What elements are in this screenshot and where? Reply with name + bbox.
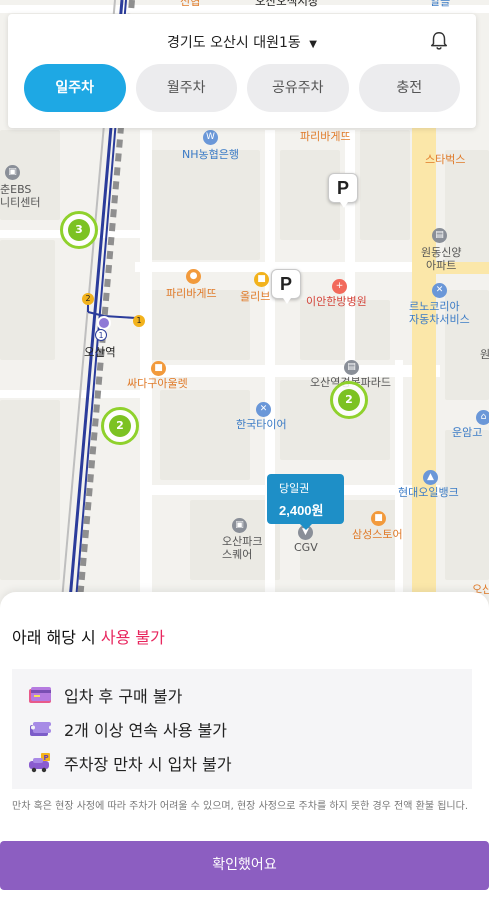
- tickets-icon: [30, 722, 52, 736]
- hospital-icon: +: [332, 279, 347, 294]
- confirm-button[interactable]: 확인했어요: [0, 841, 489, 890]
- rule-item: 입차 후 구매 불가: [28, 683, 182, 707]
- map-label-shinhyup: 신협: [180, 0, 201, 8]
- shop-icon: ■: [254, 272, 269, 287]
- map-label-osan-station: 오산역: [84, 345, 116, 359]
- sheet-title: 아래 해당 시 사용 불가: [12, 624, 165, 648]
- store-icon: ■: [151, 361, 166, 376]
- rule-item: P 주차장 만차 시 입차 불가: [28, 751, 232, 775]
- rules-list: 입차 후 구매 불가 2개 이상 연속 사용 불가 P 주차장 만차 시 입차 …: [12, 669, 472, 789]
- location-selector[interactable]: 경기도 오산시 대원1동 ▼: [8, 32, 476, 52]
- tab-charging[interactable]: 충전: [358, 64, 460, 112]
- cluster-count: 2: [338, 389, 360, 411]
- apartment-icon: ▤: [344, 360, 359, 375]
- map-label-osan-market: 오산오색시장: [255, 0, 319, 8]
- bell-icon[interactable]: [428, 30, 450, 52]
- electronics-store-icon: ■: [371, 511, 386, 526]
- location-text: 경기도 오산시 대원1동: [167, 35, 301, 51]
- station-marker: [97, 316, 111, 330]
- map-label-wondong: 원동신양 아파트: [421, 246, 462, 272]
- map-label-nh-bank: NH농협은행: [182, 148, 239, 161]
- top-panel: 경기도 오산시 대원1동 ▼ 일주차 월주차 공유주차 충전: [8, 14, 476, 128]
- map-label-cgv: CGV: [294, 541, 318, 554]
- school-icon: ⌂: [476, 410, 489, 425]
- svg-text:P: P: [44, 754, 49, 762]
- card-icon: [29, 687, 51, 703]
- tab-shared-parking[interactable]: 공유주차: [247, 64, 349, 112]
- tab-monthly-parking[interactable]: 월주차: [135, 64, 237, 112]
- bank-icon: W: [203, 130, 218, 145]
- map-label-unam: 운암고: [452, 426, 483, 439]
- map-label-ebs: 춘EBS 니티센터: [0, 183, 41, 209]
- car-service-icon: ✕: [432, 283, 447, 298]
- car-parking-icon: P: [29, 753, 50, 773]
- map-label-olive: 올리브: [240, 290, 271, 303]
- restriction-bottom-sheet: 아래 해당 시 사용 불가 입차 후 구매 불가 2개 이상 연속 사용 불가: [0, 592, 489, 903]
- parking-cluster[interactable]: 3: [60, 211, 98, 249]
- parking-type-tabs: 일주차 월주차 공유주차 충전: [24, 64, 460, 112]
- parking-cluster[interactable]: 2: [101, 407, 139, 445]
- map-label-hankook-tire: 한국타이어: [236, 418, 287, 431]
- rule-text: 2개 이상 연속 사용 불가: [64, 721, 228, 740]
- map-label-right-partial: 원: [480, 348, 489, 361]
- map-label-hyundai-oil: 현대오일뱅크: [398, 486, 459, 499]
- map-label-altteul: 알뜰: [430, 0, 451, 8]
- price-tag-type: 당일권: [279, 483, 310, 495]
- cluster-count: 2: [109, 415, 131, 437]
- tire-shop-icon: ✕: [256, 402, 271, 417]
- rule-text: 주차장 만차 시 입차 불가: [64, 755, 232, 774]
- bakery-icon: ●: [186, 269, 201, 284]
- rule-item: 2개 이상 연속 사용 불가: [28, 717, 227, 741]
- building-icon: ▣: [232, 518, 247, 533]
- building-icon: ▣: [5, 165, 20, 180]
- map-label-ian-hospital: 이안한방병원: [306, 295, 367, 308]
- apartment-icon: ▤: [432, 228, 447, 243]
- parking-marker[interactable]: P: [328, 173, 358, 208]
- line-1-station-badge: 1: [95, 329, 107, 341]
- rule-text: 입차 후 구매 불가: [64, 687, 183, 706]
- map-label-osan-park: 오산파크 스퀘어: [222, 535, 263, 561]
- notice-text: 만차 혹은 현장 사정에 따라 주차가 어려울 수 있으며, 현장 사정으로 주…: [12, 801, 468, 812]
- map-label-renault: 르노코리아 자동차서비스: [409, 300, 470, 326]
- line-1-badge: 1: [133, 315, 145, 327]
- map-label-starbucks: 스타벅스: [425, 153, 466, 166]
- line-2-badge: 2: [82, 293, 94, 305]
- map-label-paris-baguette-2: 파리바게뜨: [166, 287, 217, 300]
- sheet-title-prefix: 아래 해당 시: [12, 628, 101, 647]
- price-tag-marker[interactable]: 당일권 2,400원: [267, 474, 344, 530]
- price-tag-price: 2,400원: [279, 503, 324, 518]
- parking-cluster[interactable]: 2: [330, 381, 368, 419]
- parking-marker[interactable]: P: [271, 269, 301, 304]
- cluster-count: 3: [68, 219, 90, 241]
- map-label-samsung-store: 삼성스토어: [352, 528, 403, 541]
- sheet-title-highlight: 사용 불가: [100, 628, 165, 647]
- map-label-ssadagu: 싸다구아울렛: [127, 377, 188, 390]
- caret-down-icon: ▼: [309, 39, 317, 50]
- tab-daily-parking[interactable]: 일주차: [24, 64, 126, 112]
- gas-station-icon: ▲: [423, 470, 438, 485]
- map-label-paris-baguette-1: 파리바게뜨: [300, 130, 351, 143]
